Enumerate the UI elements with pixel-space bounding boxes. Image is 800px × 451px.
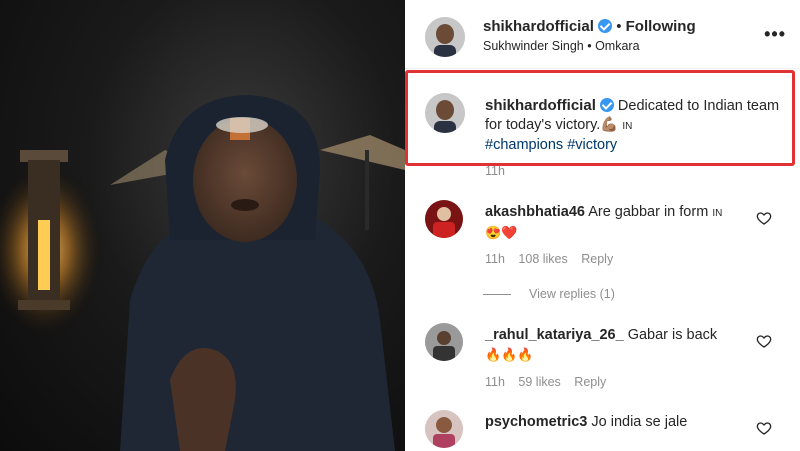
comment-username[interactable]: psychometric3 — [485, 414, 587, 430]
avatar-image — [425, 17, 465, 57]
comment-text: Are gabbar in form — [588, 204, 709, 220]
reply-button[interactable]: Reply — [581, 252, 613, 266]
video-player[interactable] — [0, 0, 405, 451]
audio-track-link[interactable]: Sukhwinder Singh • Omkara — [483, 39, 640, 53]
reply-divider — [483, 294, 511, 296]
avatar-image — [425, 200, 463, 238]
like-heart-icon[interactable] — [756, 210, 772, 226]
post-header: shikhardofficial • Following Sukhwinder … — [405, 0, 800, 69]
video-frame-illustration — [0, 95, 405, 451]
caption-username[interactable]: shikhardofficial — [485, 97, 596, 114]
india-flag-icon: IN — [712, 208, 723, 219]
commenter-avatar[interactable] — [425, 410, 463, 448]
author-avatar[interactable] — [425, 17, 465, 57]
like-heart-icon[interactable] — [756, 333, 772, 349]
comment-emojis: 🔥🔥🔥 — [485, 347, 534, 362]
comment-username[interactable]: akashbhatia46 — [485, 204, 585, 220]
following-button[interactable]: Following — [626, 18, 696, 35]
comment-text: Gabar is back — [627, 327, 718, 343]
view-replies-label: View replies (1) — [529, 287, 615, 301]
comment-likes[interactable]: 108 likes — [518, 252, 567, 266]
commenter-avatar[interactable] — [425, 200, 463, 238]
caption-time: 11h — [485, 164, 505, 178]
caption-hashtags[interactable]: #champions #victory — [485, 137, 617, 153]
view-replies-button[interactable]: View replies (1) — [483, 287, 615, 301]
avatar-image — [425, 93, 465, 133]
verified-badge-icon — [599, 98, 614, 112]
commenter-avatar[interactable] — [425, 323, 463, 361]
avatar-image — [425, 323, 463, 361]
post-caption: shikhardofficial Dedicated to Indian tea… — [485, 96, 785, 155]
comment-emojis: 😍❤️ — [485, 225, 518, 240]
verified-badge-icon — [598, 19, 613, 33]
header-separator: • — [616, 18, 622, 35]
caption-avatar[interactable] — [425, 93, 465, 133]
india-flag-icon: IN — [622, 121, 633, 132]
like-heart-icon[interactable] — [756, 420, 772, 436]
comment-likes[interactable]: 59 likes — [518, 375, 560, 389]
avatar-image — [425, 410, 463, 448]
comment-time: 11h — [485, 252, 505, 266]
comment-time: 11h — [485, 375, 505, 389]
more-options-icon[interactable]: ••• — [764, 24, 786, 45]
comment-text: Jo india se jale — [591, 414, 688, 430]
comment-username[interactable]: _rahul_katariya_26_ — [485, 327, 624, 343]
post-side-panel: shikhardofficial • Following Sukhwinder … — [405, 0, 800, 451]
reply-button[interactable]: Reply — [574, 375, 606, 389]
author-username[interactable]: shikhardofficial — [483, 18, 594, 35]
